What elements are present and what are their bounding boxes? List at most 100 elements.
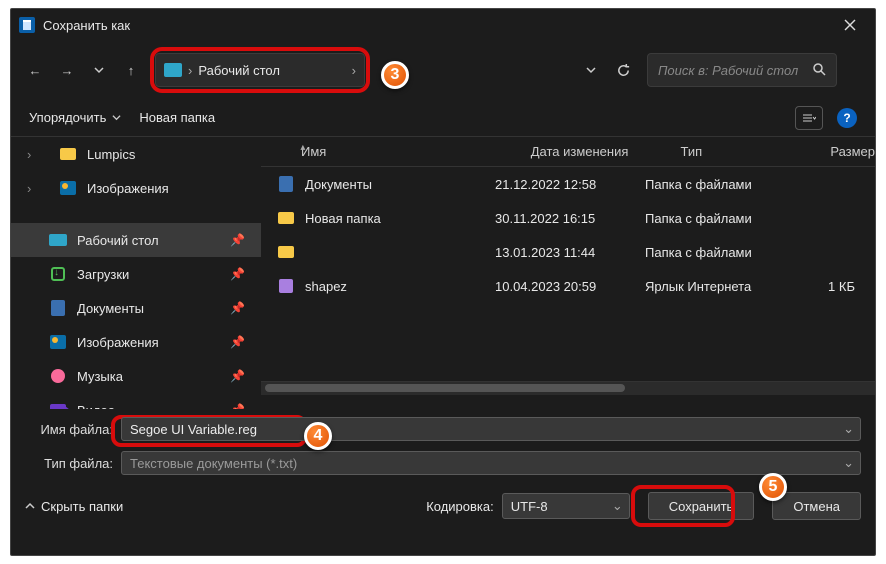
- nav-forward-button[interactable]: →: [53, 56, 81, 84]
- sidebar-item-documents[interactable]: Документы 📌: [11, 291, 261, 325]
- nav-back-button[interactable]: ←: [21, 56, 49, 84]
- file-row[interactable]: Новая папка 30.11.2022 16:15 Папка с фай…: [261, 201, 875, 235]
- app-icon: [19, 17, 35, 33]
- folder-icon: [275, 244, 297, 260]
- organize-label: Упорядочить: [29, 110, 106, 125]
- search-input[interactable]: Поиск в: Рабочий стол: [647, 53, 837, 87]
- encoding-label: Кодировка:: [426, 499, 494, 514]
- chevron-down-icon[interactable]: ⌄: [843, 455, 854, 471]
- pin-icon: 📌: [230, 335, 245, 349]
- file-type: Папка с файлами: [645, 245, 795, 260]
- encoding-value: UTF-8: [511, 499, 548, 514]
- close-button[interactable]: [833, 11, 867, 39]
- desktop-icon: [164, 63, 182, 77]
- chevron-down-icon[interactable]: ⌄: [843, 421, 854, 437]
- sidebar-item-desktop[interactable]: Рабочий стол 📌: [11, 223, 261, 257]
- file-list: Документы 21.12.2022 12:58 Папка с файла…: [261, 167, 875, 303]
- file-row[interactable]: shapez 10.04.2023 20:59 Ярлык Интернета …: [261, 269, 875, 303]
- annotation-badge-3: 3: [381, 61, 409, 89]
- toolbar: Упорядочить Новая папка ?: [11, 99, 875, 137]
- sidebar-item-label: Рабочий стол: [77, 233, 159, 248]
- filename-label: Имя файла:: [25, 422, 121, 437]
- filetype-value: Текстовые документы (*.txt): [130, 456, 297, 471]
- sidebar-item-label: Изображения: [77, 335, 159, 350]
- file-type: Ярлык Интернета: [645, 279, 795, 294]
- save-as-dialog: 3 4 5 Сохранить как ← → ↑ › Рабочий стол…: [10, 8, 876, 556]
- sidebar-item-label: Lumpics: [87, 147, 135, 162]
- file-date: 30.11.2022 16:15: [495, 211, 645, 226]
- file-name: Документы: [305, 177, 372, 192]
- chevron-up-icon: [25, 501, 35, 511]
- chevron-right-icon: ›: [188, 63, 192, 78]
- chevron-right-icon: ›: [27, 147, 31, 162]
- file-row[interactable]: 13.01.2023 11:44 Папка с файлами: [261, 235, 875, 269]
- file-name: Новая папка: [305, 211, 381, 226]
- sidebar-item-label: Видео: [77, 403, 115, 410]
- cancel-label: Отмена: [793, 499, 840, 514]
- address-dropdown[interactable]: [577, 56, 605, 84]
- column-header-type[interactable]: Тип: [681, 144, 831, 159]
- sidebar-item-label: Документы: [77, 301, 144, 316]
- save-label: Сохранить: [669, 499, 734, 514]
- file-type: Папка с файлами: [645, 177, 795, 192]
- help-button[interactable]: ?: [837, 108, 857, 128]
- nav-recent-button[interactable]: [85, 56, 113, 84]
- hide-folders-label: Скрыть папки: [41, 499, 123, 514]
- file-date: 10.04.2023 20:59: [495, 279, 645, 294]
- address-bar[interactable]: › Рабочий стол ›: [155, 53, 365, 87]
- breadcrumb-location: Рабочий стол: [198, 63, 280, 78]
- file-date: 21.12.2022 12:58: [495, 177, 645, 192]
- cancel-button[interactable]: Отмена: [772, 492, 861, 520]
- folder-docs-icon: [275, 176, 297, 192]
- save-fields: Имя файла: Segoe UI Variable.reg ⌄ Тип ф…: [11, 415, 875, 477]
- column-header-name[interactable]: Имя▴: [301, 144, 531, 159]
- chevron-down-icon[interactable]: ⌄: [612, 498, 623, 514]
- file-size: 1 КБ: [795, 279, 855, 294]
- chevron-right-icon: ›: [352, 63, 356, 78]
- nav-up-button[interactable]: ↑: [117, 56, 145, 84]
- organize-button[interactable]: Упорядочить: [29, 110, 121, 125]
- search-icon: [812, 62, 826, 79]
- window-title: Сохранить как: [43, 18, 833, 33]
- file-date: 13.01.2023 11:44: [495, 245, 645, 260]
- annotation-badge-4: 4: [304, 422, 332, 450]
- navbar: ← → ↑ › Рабочий стол › Поиск в: Рабочий …: [11, 41, 875, 99]
- file-name: shapez: [305, 279, 347, 294]
- filename-value: Segoe UI Variable.reg: [130, 422, 257, 437]
- sidebar-item-lumpics[interactable]: › Lumpics: [11, 137, 261, 171]
- pin-icon: 📌: [230, 233, 245, 247]
- titlebar: Сохранить как: [11, 9, 875, 41]
- filename-input[interactable]: Segoe UI Variable.reg ⌄: [121, 417, 861, 441]
- file-pane: Имя▴ Дата изменения Тип Размер Документы…: [261, 137, 875, 409]
- refresh-button[interactable]: [609, 56, 637, 84]
- sidebar-item-images[interactable]: Изображения 📌: [11, 325, 261, 359]
- filetype-label: Тип файла:: [25, 456, 121, 471]
- pin-icon: 📌: [230, 267, 245, 281]
- view-button[interactable]: [795, 106, 823, 130]
- folder-icon: [275, 210, 297, 226]
- scrollbar-thumb[interactable]: [265, 384, 625, 392]
- sidebar: › Lumpics › Изображения Рабочий стол 📌 З…: [11, 137, 261, 409]
- sidebar-item-music[interactable]: Музыка 📌: [11, 359, 261, 393]
- sidebar-item-video[interactable]: Видео 📌: [11, 393, 261, 409]
- file-type: Папка с файлами: [645, 211, 795, 226]
- filetype-select[interactable]: Текстовые документы (*.txt) ⌄: [121, 451, 861, 475]
- save-button[interactable]: Сохранить: [648, 492, 755, 520]
- new-folder-button[interactable]: Новая папка: [139, 110, 215, 125]
- encoding-select[interactable]: UTF-8 ⌄: [502, 493, 630, 519]
- column-headers: Имя▴ Дата изменения Тип Размер: [261, 137, 875, 167]
- pin-icon: 📌: [230, 403, 245, 409]
- sort-asc-icon: ▴: [300, 142, 305, 153]
- sidebar-item-images-quick[interactable]: › Изображения: [11, 171, 261, 205]
- pin-icon: 📌: [230, 369, 245, 383]
- column-header-date[interactable]: Дата изменения: [531, 144, 681, 159]
- file-row[interactable]: Документы 21.12.2022 12:58 Папка с файла…: [261, 167, 875, 201]
- pin-icon: 📌: [230, 301, 245, 315]
- hide-folders-button[interactable]: Скрыть папки: [25, 499, 123, 514]
- new-folder-label: Новая папка: [139, 110, 215, 125]
- sidebar-item-downloads[interactable]: Загрузки 📌: [11, 257, 261, 291]
- sidebar-item-label: Загрузки: [77, 267, 129, 282]
- shortcut-icon: [275, 278, 297, 294]
- horizontal-scrollbar[interactable]: [261, 381, 875, 395]
- column-header-size[interactable]: Размер: [830, 144, 875, 159]
